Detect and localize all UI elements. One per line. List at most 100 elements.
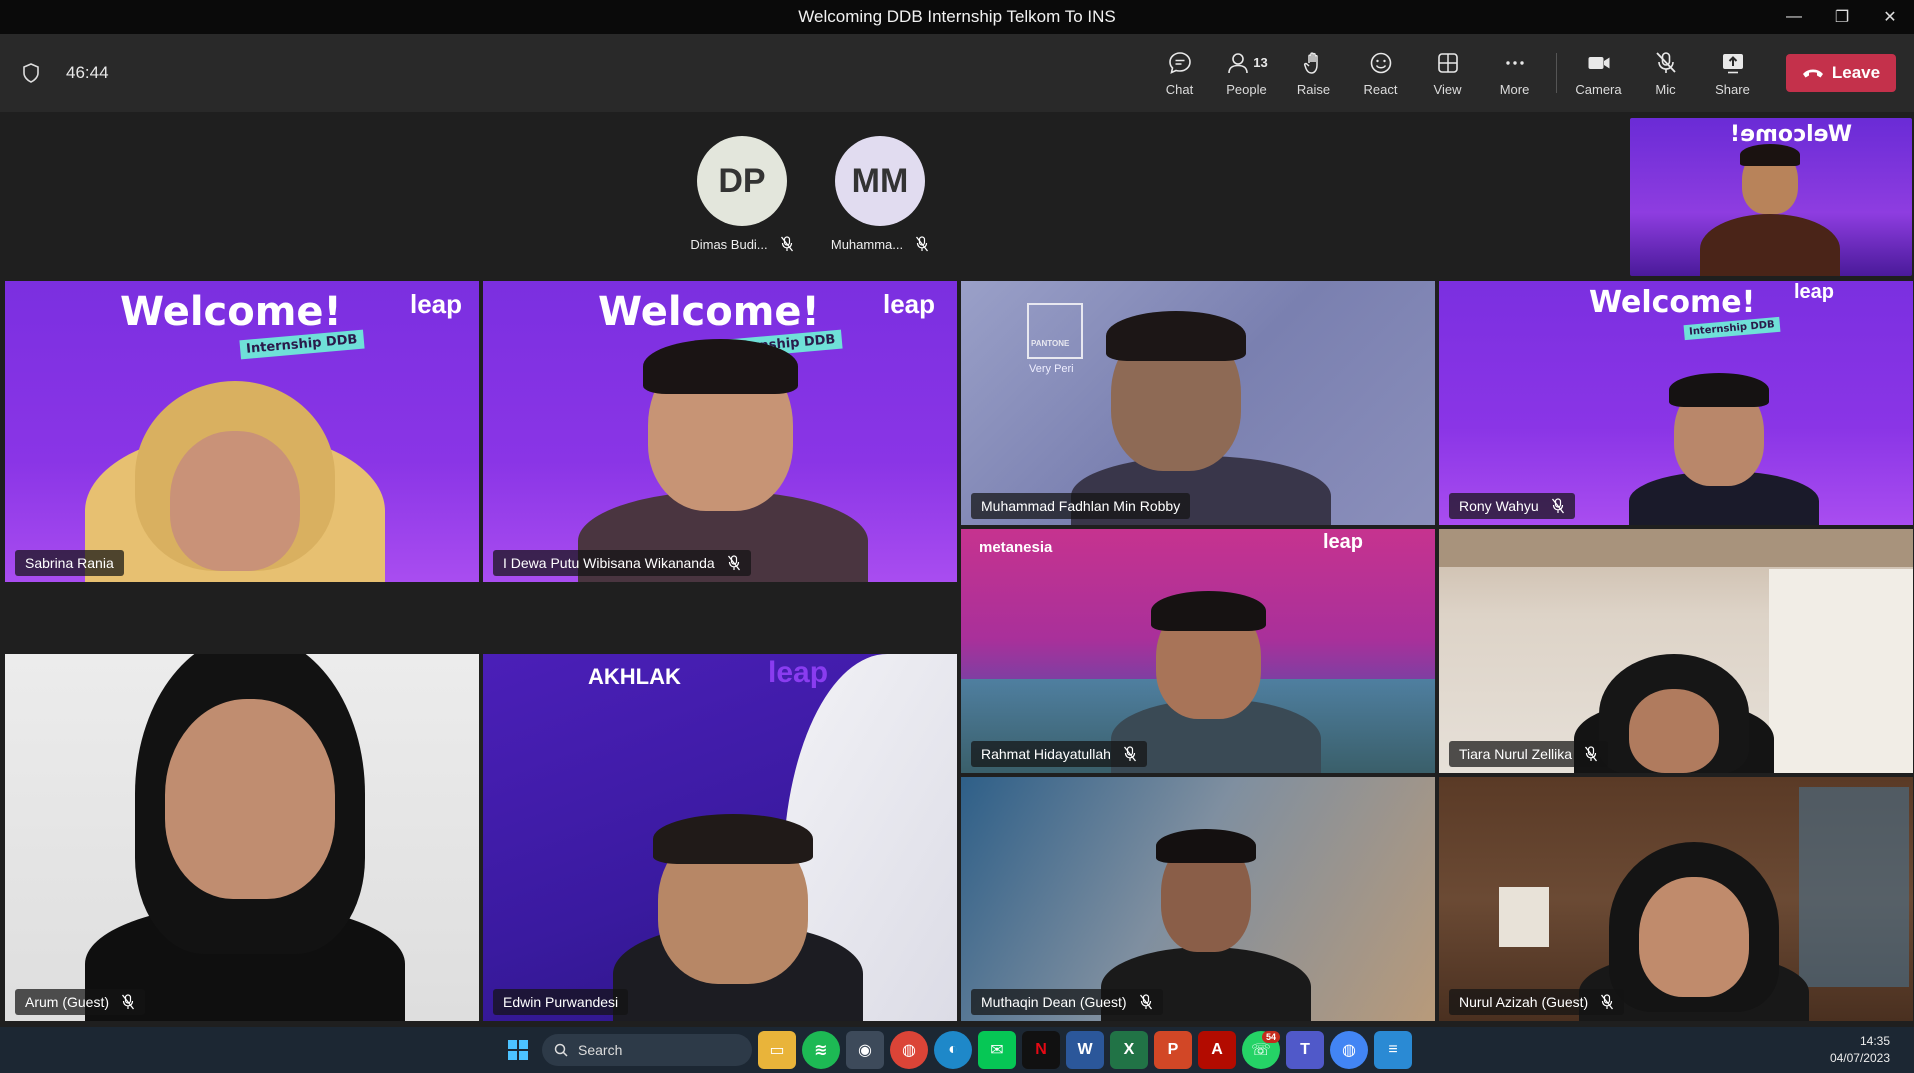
system-clock[interactable]: 14:35 04/07/2023 (1830, 1033, 1890, 1067)
camera-icon (1588, 56, 1609, 69)
window-titlebar: Welcoming DDB Internship Telkom To INS —… (0, 0, 1914, 34)
leave-button[interactable]: Leave (1786, 54, 1896, 92)
line-icon[interactable]: ✉ (978, 1031, 1016, 1069)
name-tag: Muhammad Fadhlan Min Robby (971, 493, 1191, 519)
toolbar-divider (1556, 53, 1557, 93)
whatsapp-icon[interactable]: ☏ 54 (1242, 1031, 1280, 1069)
share-button[interactable]: Share (1699, 34, 1766, 112)
participant-name: Sabrina Rania (25, 555, 114, 571)
mic-off-icon (1655, 51, 1676, 73)
word-icon[interactable]: W (1066, 1031, 1104, 1069)
chat-label: Chat (1165, 81, 1194, 97)
video-tile[interactable]: Tiara Nurul Zellika (1439, 529, 1913, 773)
video-tile[interactable]: metanesia leap Rahmat Hidayatullah (961, 529, 1435, 773)
participant-name: Muhammad Fadhlan Min Robby (981, 498, 1181, 514)
raise-hand-button[interactable]: Raise (1280, 34, 1347, 112)
participant-face (1639, 877, 1749, 997)
pantone-color-name: Very Peri (1029, 363, 1074, 375)
participant-name: Rahmat Hidayatullah (981, 746, 1111, 762)
leap-logo: leap (1794, 281, 1835, 303)
leave-label: Leave (1831, 63, 1881, 82)
mic-off-icon (1601, 994, 1614, 1010)
edge-icon[interactable]: ◐ (934, 1031, 972, 1069)
video-tile[interactable]: PANTONE Very Peri Muhammad Fadhlan Min R… (961, 281, 1435, 525)
shield-icon[interactable] (22, 63, 40, 83)
excel-icon[interactable]: X (1110, 1031, 1148, 1069)
metanesia-logo: metanesia (979, 539, 1053, 556)
ceiling-beams (1439, 529, 1913, 567)
name-tag: Rahmat Hidayatullah (971, 741, 1147, 767)
participant-name: I Dewa Putu Wibisana Wikananda (503, 555, 715, 571)
pantone-label: PANTONE (1031, 339, 1070, 348)
acrobat-icon[interactable]: A (1198, 1031, 1236, 1069)
meeting-stage: DP Dimas Budi... MM Muhamma... Welcome! … (0, 112, 1914, 1027)
participant-name: Muthaqin Dean (Guest) (981, 994, 1127, 1010)
more-dots-icon (1505, 60, 1524, 65)
video-tile[interactable]: Welcome! Internship DDB leap I Dewa Putu… (483, 281, 957, 582)
leap-logo: leap (883, 289, 936, 319)
people-label: People (1226, 81, 1267, 97)
react-button[interactable]: React (1347, 34, 1414, 112)
camera-app-icon[interactable]: ◉ (846, 1031, 884, 1069)
mic-button[interactable]: Mic (1632, 34, 1699, 112)
powerpoint-icon[interactable]: P (1154, 1031, 1192, 1069)
people-count: 13 (1253, 55, 1268, 70)
close-button[interactable]: ✕ (1866, 0, 1914, 34)
participant-hair (1156, 829, 1256, 863)
teams-icon[interactable]: T (1286, 1031, 1324, 1069)
audio-participant[interactable]: DP Dimas Budi... (682, 136, 802, 252)
grid-view-icon (1437, 52, 1458, 73)
video-tile[interactable]: Nurul Azizah (Guest) (1439, 777, 1913, 1021)
meeting-toolbar: 46:44 Chat 13 People Raise React View Mo… (0, 34, 1914, 112)
participant-hair (1106, 311, 1246, 361)
clock-date: 04/07/2023 (1829, 1051, 1890, 1065)
mic-off-icon (1585, 746, 1598, 762)
welcome-banner-text: Welcome! (598, 289, 820, 335)
camera-button[interactable]: Camera (1565, 34, 1632, 112)
window-light (1769, 569, 1913, 773)
participant-name: Edwin Purwandesi (503, 994, 619, 1010)
taskbar-search[interactable]: Search (542, 1034, 752, 1066)
mic-label: Mic (1655, 81, 1676, 97)
name-tag: Rony Wahyu (1449, 493, 1575, 519)
leap-logo: leap (410, 289, 463, 319)
file-explorer-icon[interactable]: ▭ (758, 1031, 796, 1069)
avatar: MM (835, 136, 925, 226)
audio-participant[interactable]: MM Muhamma... (820, 136, 940, 252)
desk-calendar (1499, 887, 1549, 947)
mic-off-icon (916, 236, 929, 252)
os-taskbar: Search ▭ ≋ ◉ ◍ ◐ ✉ N W X P A ☏ 54 T ◍ ≡ 1… (0, 1027, 1914, 1073)
video-tile[interactable]: AKHLAK leap Edwin Purwandesi (483, 654, 957, 1021)
react-label: React (1363, 81, 1398, 97)
welcome-banner-text: Welcome! (1589, 285, 1756, 320)
avatar: DP (697, 136, 787, 226)
restore-button[interactable]: ❐ (1818, 0, 1866, 34)
phone-hangup-icon (1802, 69, 1823, 78)
notepad-icon[interactable]: ≡ (1374, 1031, 1412, 1069)
video-tile[interactable]: Welcome! Internship DDB leap Sabrina Ran… (5, 281, 479, 582)
camera-label: Camera (1575, 81, 1622, 97)
windows-start-icon[interactable] (500, 1032, 536, 1068)
chat-button[interactable]: Chat (1146, 34, 1213, 112)
video-tile[interactable]: Welcome! Internship DDB leap Rony Wahyu (1439, 281, 1913, 525)
mic-off-icon (727, 555, 740, 571)
mic-off-icon (1123, 746, 1136, 762)
clock-time: 14:35 (1859, 1034, 1890, 1048)
chrome-icon[interactable]: ◍ (890, 1031, 928, 1069)
self-view-video[interactable]: Welcome! (1630, 118, 1912, 276)
minimize-button[interactable]: — (1770, 0, 1818, 34)
more-button[interactable]: More (1481, 34, 1548, 112)
people-button[interactable]: 13 People (1213, 34, 1280, 112)
chrome-profile-icon[interactable]: ◍ (1330, 1031, 1368, 1069)
video-tile[interactable]: Muthaqin Dean (Guest) (961, 777, 1435, 1021)
view-button[interactable]: View (1414, 34, 1481, 112)
akhlak-logo: AKHLAK (588, 664, 681, 689)
shelf-decor (1799, 787, 1909, 987)
video-tile[interactable]: Arum (Guest) (5, 654, 479, 1021)
netflix-icon[interactable]: N (1022, 1031, 1060, 1069)
window-title: Welcoming DDB Internship Telkom To INS (798, 7, 1116, 26)
participant-shoulders (1700, 214, 1840, 276)
meeting-timer: 46:44 (66, 63, 109, 82)
spotify-icon[interactable]: ≋ (802, 1031, 840, 1069)
participant-hair (643, 339, 798, 394)
